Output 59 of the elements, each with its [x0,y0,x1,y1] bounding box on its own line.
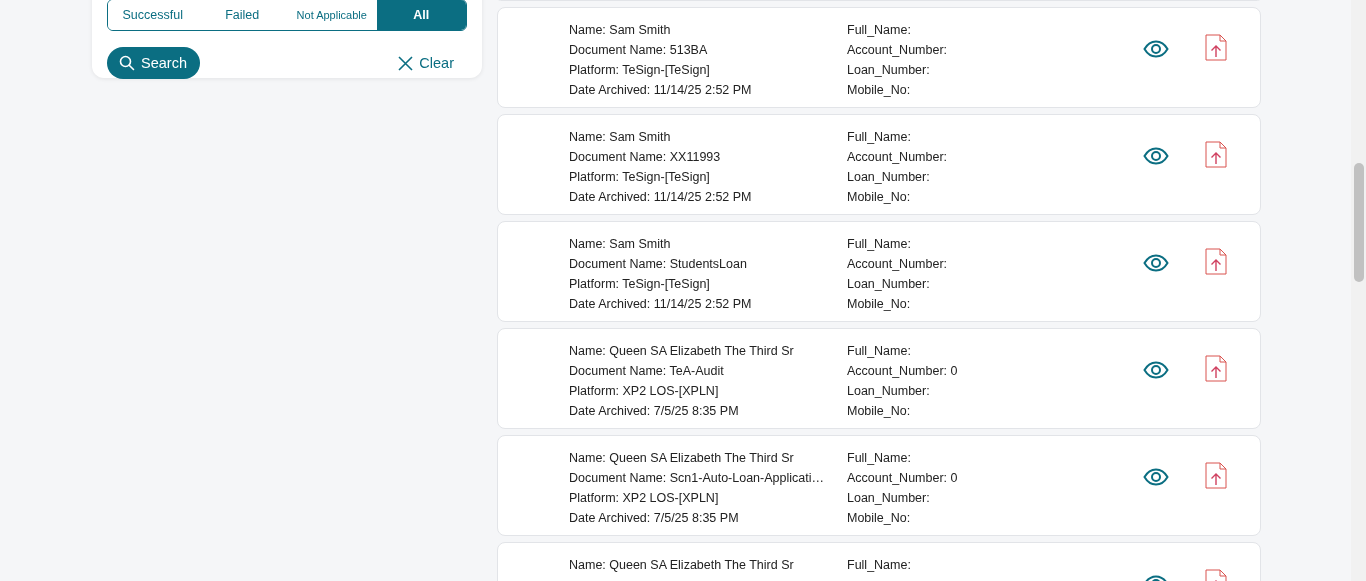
view-icon[interactable] [1143,147,1169,165]
file-upload-icon[interactable] [1205,34,1227,61]
search-icon [119,55,135,71]
record-field: Date Archived: 11/14/25 2:52 PM [569,187,847,207]
record-field: Name: Queen SA Elizabeth The Third Sr [569,341,847,361]
file-upload-icon[interactable] [1205,462,1227,489]
record-field: Loan_Number: [847,381,958,401]
file-upload-icon[interactable] [1205,248,1227,275]
record-field: Name: Queen SA Elizabeth The Third Sr [569,448,847,468]
record-field: Account_Number: 0 [847,468,958,488]
record-field: Mobile_No: [847,401,958,421]
clear-button[interactable]: Clear [398,55,454,71]
view-icon[interactable] [1143,254,1169,272]
record-field: Full_Name: [847,127,948,147]
record-field: Full_Name: [847,341,958,361]
record-field: Date Archived: 7/5/25 8:35 PM [569,401,847,421]
record-field: Mobile_No: [847,508,958,528]
view-icon[interactable] [1143,361,1169,379]
record-field: Document Name: 513BA [569,40,847,60]
status-tab[interactable]: All [376,0,466,30]
record-field: Document Name: TeA-Audit [569,361,847,381]
record-field: Account_Number: 0 [847,361,958,381]
file-upload-icon[interactable] [1205,141,1227,168]
record-field: Account_Number: [847,40,948,60]
record-field: Platform: TeSign-[TeSign] [569,167,847,187]
view-icon[interactable] [1143,468,1169,486]
record-field: Name: Sam Smith [569,234,847,254]
record-field: Date Archived: 11/14/25 2:52 PM [569,80,847,100]
record-field: Mobile_No: [847,187,948,207]
record-field: Account_Number: [847,254,948,274]
record-field: Document Name: Scn1-Auto-Loan-Applicati… [569,468,847,488]
record-field: Mobile_No: [847,80,948,100]
file-upload-icon[interactable] [1205,355,1227,382]
record-field: Platform: XP2 LOS-[XPLN] [569,488,847,508]
record-field: Platform: TeSign-[TeSign] [569,274,847,294]
record-field: Date Archived: 11/14/25 2:52 PM [569,294,847,314]
record-field: Loan_Number: [847,167,948,187]
scroll-thumb[interactable] [1354,163,1364,282]
record-field: Mobile_No: [847,294,948,314]
record-field: Full_Name: [847,448,958,468]
record-field: Document Name: XX11993 [569,147,847,167]
record-field: Loan_Number: [847,274,948,294]
record-field: Platform: XP2 LOS-[XPLN] [569,381,847,401]
record-field: Loan_Number: [847,60,948,80]
record-field: Loan_Number: [847,488,958,508]
record-field: Full_Name: [847,234,948,254]
view-icon[interactable] [1143,40,1169,58]
close-icon [398,55,414,71]
search-button[interactable]: Search [107,47,200,79]
scrollbar[interactable] [1351,0,1366,581]
record-field: Name: Queen SA Elizabeth The Third Sr [569,555,847,575]
record-field: Name: Sam Smith [569,20,847,40]
record-field: Full_Name: [847,20,948,40]
record-field: Platform: TeSign-[TeSign] [569,60,847,80]
record-field: Document Name: StudentsLoan [569,254,847,274]
record-field: Name: Sam Smith [569,127,847,147]
record-field: Date Archived: 7/5/25 8:35 PM [569,508,847,528]
record-field: Account_Number: [847,147,948,167]
record-field: Full_Name: [847,555,911,575]
